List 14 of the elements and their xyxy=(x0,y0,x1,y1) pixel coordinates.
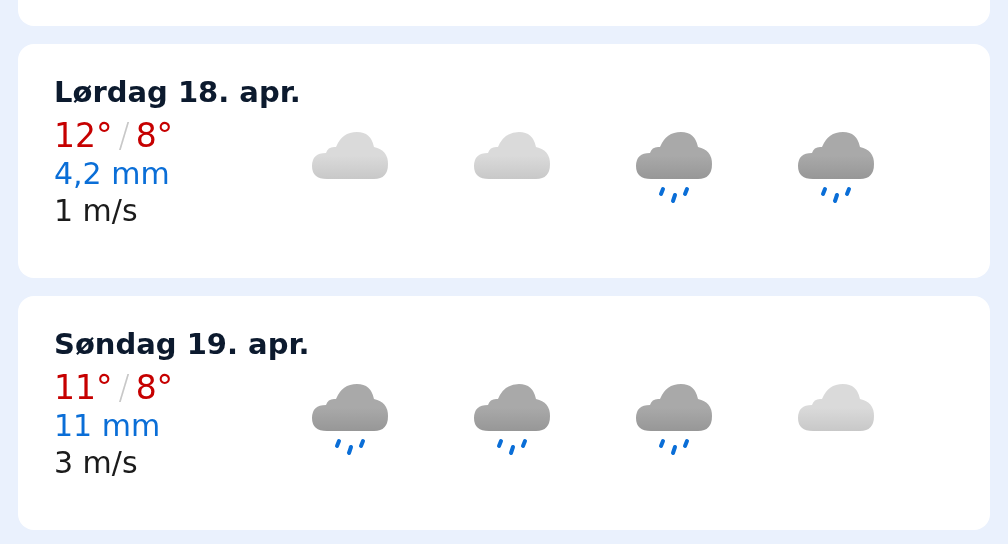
forecast-card[interactable]: Søndag 19. apr. 11° / 8° 11 mm 3 m/s xyxy=(18,296,990,530)
precipitation: 4,2 mm xyxy=(54,156,171,192)
day-title: Søndag 19. apr. xyxy=(54,326,311,362)
forecast-card[interactable]: Lørdag 18. apr. 12° / 8° 4,2 mm 1 m/s xyxy=(18,44,990,278)
temperature-separator: / xyxy=(118,116,130,156)
wind-speed: 3 m/s xyxy=(54,444,139,482)
high-temperature: 11° xyxy=(54,368,113,408)
day-title: Lørdag 18. apr. xyxy=(54,74,302,110)
temperature-separator: / xyxy=(118,368,130,408)
precipitation: 11 mm xyxy=(54,408,162,444)
low-temperature: 8° xyxy=(135,368,174,408)
low-temperature: 8° xyxy=(135,116,174,156)
high-temperature: 12° xyxy=(54,116,113,156)
wind-speed: 1 m/s xyxy=(54,192,139,230)
